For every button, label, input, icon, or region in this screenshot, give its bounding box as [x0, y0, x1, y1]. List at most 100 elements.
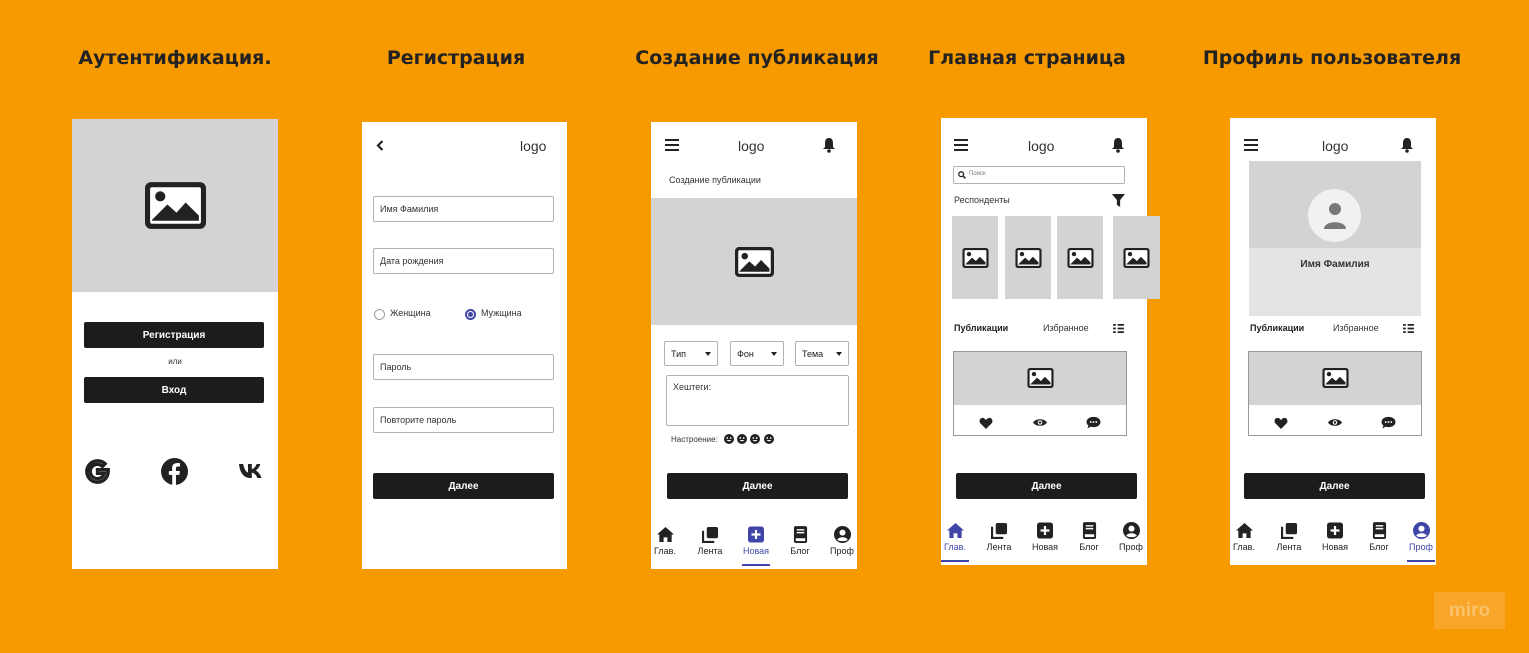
tab-publications[interactable]: Публикации: [954, 323, 1008, 333]
nav-blog[interactable]: Блог: [1359, 522, 1399, 552]
nav-profile-label: Проф: [830, 546, 854, 556]
facebook-icon[interactable]: [161, 458, 188, 485]
post-image: [954, 352, 1126, 405]
nav-profile-label: Проф: [1409, 542, 1433, 552]
nav-home-label: Глав.: [944, 542, 966, 552]
background-select-label: Фон: [737, 348, 754, 359]
menu-icon[interactable]: [665, 139, 679, 151]
comment-icon[interactable]: [1381, 416, 1396, 429]
mood-grin-icon[interactable]: [764, 434, 774, 444]
profile-cover: [1249, 161, 1421, 248]
auth-screen: Регистрация или Вход: [72, 119, 278, 569]
image-icon: [1322, 368, 1349, 388]
nav-profile[interactable]: Проф: [1401, 522, 1441, 562]
bell-icon[interactable]: [822, 137, 836, 153]
views-icon[interactable]: [1033, 418, 1047, 427]
search-input[interactable]: Поиск: [953, 166, 1125, 184]
search-icon: [958, 171, 966, 179]
nav-home[interactable]: Глав.: [645, 526, 685, 556]
nav-blog[interactable]: Блог: [780, 526, 820, 556]
nav-new[interactable]: Новая: [736, 526, 776, 566]
tab-publications[interactable]: Публикации: [1250, 323, 1304, 333]
image-icon: [1067, 248, 1094, 268]
or-label: или: [168, 357, 182, 366]
nav-blog-label: Блог: [1369, 542, 1389, 552]
respondent-card[interactable]: [1113, 216, 1160, 299]
comment-icon[interactable]: [1086, 416, 1101, 429]
bell-icon[interactable]: [1111, 137, 1125, 153]
home-icon: [656, 526, 675, 543]
nav-feed-label: Лента: [1276, 542, 1302, 552]
home-icon: [946, 522, 965, 539]
next-button[interactable]: Далее: [667, 473, 848, 499]
image-icon: [145, 182, 206, 229]
background-select[interactable]: Фон: [730, 341, 784, 366]
image-icon: [1027, 368, 1054, 388]
nav-blog[interactable]: Блог: [1069, 522, 1109, 552]
views-icon[interactable]: [1328, 418, 1342, 427]
next-button[interactable]: Далее: [1244, 473, 1425, 499]
profile-info: Имя Фамилия: [1249, 248, 1421, 316]
home-screen: logo Поиск Респонденты Публикации Избран…: [941, 118, 1160, 565]
nav-feed-label: Лента: [697, 546, 723, 556]
post-image: [1249, 352, 1421, 405]
nav-home[interactable]: Глав.: [935, 522, 975, 562]
nav-new[interactable]: Новая: [1025, 522, 1065, 552]
post-card[interactable]: [953, 351, 1127, 436]
nav-home[interactable]: Глав.: [1224, 522, 1264, 552]
respondent-card[interactable]: [1057, 216, 1103, 299]
miro-watermark: miro: [1434, 592, 1505, 629]
create-heading: Создание публикации: [669, 175, 761, 185]
like-icon[interactable]: [1274, 417, 1288, 429]
create-screen: logo Создание публикации Тип Фон Тема Хе…: [651, 122, 857, 569]
back-icon[interactable]: [376, 140, 384, 151]
register-screen: logo Имя Фамилия Дата рождения Женщина М…: [362, 122, 567, 569]
like-icon[interactable]: [979, 417, 993, 429]
vk-icon[interactable]: [238, 462, 265, 480]
tab-favorites[interactable]: Избранное: [1333, 323, 1379, 333]
theme-select[interactable]: Тема: [795, 341, 849, 366]
menu-icon[interactable]: [1244, 139, 1258, 151]
title-auth: Аутентификация.: [78, 47, 272, 69]
repeat-password-field[interactable]: Повторите пароль: [373, 407, 554, 433]
bottom-nav: Глав. Лента Новая Блог Проф: [651, 526, 858, 576]
mood-smile-icon[interactable]: [737, 434, 747, 444]
filter-icon[interactable]: [1112, 194, 1125, 207]
password-field[interactable]: Пароль: [373, 354, 554, 380]
book-icon: [1082, 522, 1097, 539]
name-field[interactable]: Имя Фамилия: [373, 196, 554, 222]
respondent-card[interactable]: [952, 216, 998, 299]
mood-laugh-icon[interactable]: [750, 434, 760, 444]
nav-feed[interactable]: Лента: [979, 522, 1019, 552]
mood-happy-icon[interactable]: [724, 434, 734, 444]
tab-favorites[interactable]: Избранное: [1043, 323, 1089, 333]
add-icon: [748, 526, 764, 543]
next-button[interactable]: Далее: [373, 473, 554, 499]
logo: logo: [520, 138, 547, 154]
bell-icon[interactable]: [1400, 137, 1414, 153]
post-image-placeholder[interactable]: [651, 198, 857, 325]
bottom-nav: Глав. Лента Новая Блог Проф: [1230, 522, 1437, 572]
birthdate-field[interactable]: Дата рождения: [373, 248, 554, 274]
list-view-icon[interactable]: [1113, 324, 1124, 333]
image-icon: [1015, 248, 1042, 268]
type-select[interactable]: Тип: [664, 341, 718, 366]
register-button[interactable]: Регистрация: [84, 322, 264, 348]
nav-profile-label: Проф: [1119, 542, 1143, 552]
login-button[interactable]: Вход: [84, 377, 264, 403]
nav-profile[interactable]: Проф: [1111, 522, 1151, 552]
google-icon[interactable]: [84, 458, 111, 485]
respondent-card[interactable]: [1005, 216, 1051, 299]
book-icon: [1372, 522, 1387, 539]
nav-feed[interactable]: Лента: [1269, 522, 1309, 552]
nav-profile[interactable]: Проф: [822, 526, 862, 556]
post-card[interactable]: [1248, 351, 1422, 436]
hashtags-textarea[interactable]: Хештеги:: [666, 375, 849, 426]
nav-feed[interactable]: Лента: [690, 526, 730, 556]
list-view-icon[interactable]: [1403, 324, 1414, 333]
next-button[interactable]: Далее: [956, 473, 1137, 499]
menu-icon[interactable]: [954, 139, 968, 151]
hashtags-placeholder: Хештеги:: [673, 382, 712, 392]
nav-new[interactable]: Новая: [1315, 522, 1355, 552]
profile-icon: [1123, 522, 1140, 539]
